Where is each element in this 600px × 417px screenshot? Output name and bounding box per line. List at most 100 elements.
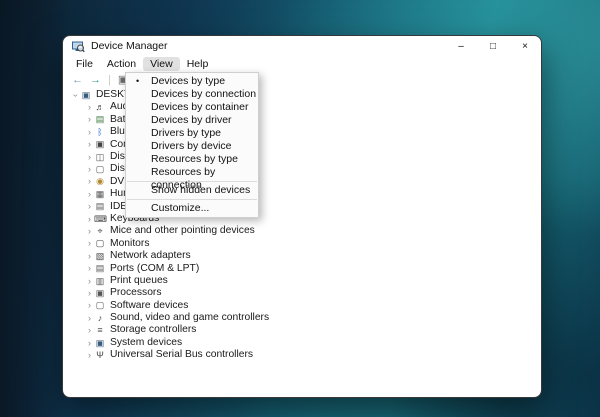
device-manager-app-icon [72,40,85,52]
processor-icon: ▣ [94,289,106,298]
tree-item-label: System devices [110,338,182,348]
view-menu-item-devices-by-driver[interactable]: Devices by driver [126,114,258,127]
menubar-item-help[interactable]: Help [180,57,216,71]
tree-row-ports-com-lpt[interactable]: ›▤ Ports (COM & LPT) [71,262,541,274]
menu-item-label: Resources by type [151,153,238,165]
menu-item-label: Show hidden devices [151,184,250,196]
close-icon: × [522,41,528,52]
expand-chevron-icon[interactable]: › [85,153,94,162]
keyboard-icon: ⌨ [94,215,106,224]
monitor-icon: ▢ [94,239,106,248]
expand-chevron-icon[interactable]: › [85,103,94,112]
view-menu-item-drivers-by-device[interactable]: Drivers by device [126,140,258,153]
tree-item-label: Storage controllers [110,325,196,335]
tree-item-label: Print queues [110,276,168,286]
menu-separator [127,199,257,200]
view-menu-dropdown: •Devices by typeDevices by connectionDev… [125,72,259,218]
tree-item-label: Monitors [110,239,149,249]
menu-item-label: Devices by connection [151,88,256,100]
tree-item-label: Universal Serial Bus controllers [110,350,253,360]
ports-icon: ▤ [94,264,106,273]
toolbar-separator: | [108,74,111,86]
view-menu-item-customize[interactable]: Customize... [126,202,258,215]
expand-chevron-icon[interactable]: › [85,215,94,224]
menu-bar: FileActionViewHelp [63,56,541,72]
tree-row-sound-video-and-game-controllers[interactable]: ›♪ Sound, video and game controllers [71,312,541,324]
usb-icon: Ψ [94,351,106,360]
expand-chevron-icon[interactable]: › [85,277,94,286]
window-controls: – □ × [445,36,541,56]
expand-chevron-icon[interactable]: › [85,264,94,273]
view-menu-item-show-hidden-devices[interactable]: Show hidden devices [126,184,258,197]
expand-chevron-icon[interactable]: › [85,339,94,348]
menubar-item-action[interactable]: Action [100,57,143,71]
mouse-icon: ⌖ [94,227,106,236]
view-menu-item-devices-by-type[interactable]: • Devices by type [126,75,258,88]
expand-chevron-icon[interactable]: › [85,190,94,199]
view-menu-item-drivers-by-type[interactable]: Drivers by type [126,127,258,140]
expand-chevron-icon[interactable]: › [85,314,94,323]
close-button[interactable]: × [509,36,541,56]
bluetooth-icon: ᛒ [94,128,106,137]
tree-item-label: Sound, video and game controllers [110,313,269,323]
disk-drive-icon: ◫ [94,153,106,162]
hid-icon: ▦ [94,190,106,199]
menu-item-label: Devices by driver [151,114,232,126]
tree-row-universal-serial-bus-controllers[interactable]: ›Ψ Universal Serial Bus controllers [71,349,541,361]
tree-row-network-adapters[interactable]: ›▧ Network adapters [71,250,541,262]
expand-chevron-icon[interactable]: › [85,202,94,211]
network-adapter-icon: ▧ [94,252,106,261]
expand-chevron-icon[interactable]: › [85,351,94,360]
expand-chevron-icon[interactable]: › [85,177,94,186]
minimize-button[interactable]: – [445,36,477,56]
menubar-item-file[interactable]: File [69,57,100,71]
expand-chevron-icon[interactable]: › [85,326,94,335]
display-adapter-icon: ▢ [94,165,106,174]
maximize-icon: □ [490,41,496,52]
tree-row-processors[interactable]: ›▣Processors [71,287,541,299]
view-menu-item-resources-by-connection[interactable]: Resources by connection [126,166,258,179]
tree-row-software-devices[interactable]: ›▢ Software devices [71,300,541,312]
forward-arrow-icon[interactable]: → [90,75,101,86]
expand-chevron-icon[interactable]: › [85,165,94,174]
view-menu-item-devices-by-connection[interactable]: Devices by connection [126,88,258,101]
tree-item-label: Software devices [110,301,188,311]
back-arrow-icon[interactable]: ← [72,75,83,86]
menu-item-label: Drivers by type [151,127,221,139]
software-device-icon: ▢ [94,301,106,310]
tree-row-system-devices[interactable]: ›▣ System devices [71,337,541,349]
tree-row-mice-and-other-pointing-devices[interactable]: ›⌖ Mice and other pointing devices [71,225,541,237]
sound-video-game-icon: ♪ [94,314,106,323]
expand-chevron-icon[interactable]: › [85,301,94,310]
device-manager-window: Device Manager – □ × FileActionViewHelp … [62,35,542,398]
title-bar[interactable]: Device Manager – □ × [63,36,541,56]
tree-item-label: Mice and other pointing devices [110,226,255,236]
radio-bullet-icon: • [136,75,139,88]
audio-speaker-icon: ♬ [94,103,106,112]
system-device-icon: ▣ [94,339,106,348]
tree-item-label: Network adapters [110,251,191,261]
expand-chevron-icon[interactable]: › [85,227,94,236]
menu-item-label: Devices by container [151,101,248,113]
expand-chevron-icon[interactable]: › [85,128,94,137]
menu-item-label: Devices by type [151,75,225,87]
collapse-chevron-icon[interactable]: › [71,91,80,100]
menubar-item-view[interactable]: View [143,57,180,71]
view-menu-item-devices-by-container[interactable]: Devices by container [126,101,258,114]
expand-chevron-icon[interactable]: › [85,252,94,261]
window-title: Device Manager [91,40,167,52]
ide-controller-icon: ▤ [94,202,106,211]
view-menu-item-resources-by-type[interactable]: Resources by type [126,153,258,166]
expand-chevron-icon[interactable]: › [85,289,94,298]
battery-icon: ▤ [94,115,106,124]
expand-chevron-icon[interactable]: › [85,115,94,124]
dvd-drive-icon: ◉ [94,177,106,186]
printer-icon: ▥ [94,277,106,286]
maximize-button[interactable]: □ [477,36,509,56]
expand-chevron-icon[interactable]: › [85,239,94,248]
tree-row-print-queues[interactable]: ›▥ Print queues [71,275,541,287]
tree-item-label: Ports (COM & LPT) [110,264,199,274]
tree-row-storage-controllers[interactable]: ›≡Storage controllers [71,324,541,336]
tree-row-monitors[interactable]: ›▢ Monitors [71,238,541,250]
expand-chevron-icon[interactable]: › [85,140,94,149]
